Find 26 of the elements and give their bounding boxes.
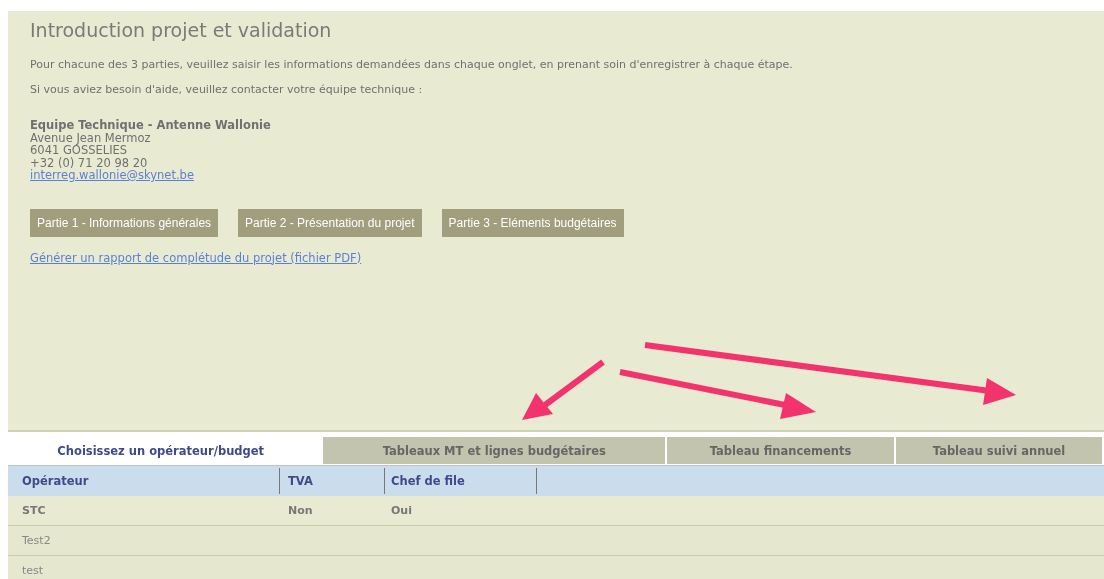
- table-cell-text: Non: [287, 504, 314, 517]
- contact-line: 6041 GOSSELIES: [30, 144, 128, 157]
- column-header: Opérateur: [8, 468, 280, 494]
- table-row[interactable]: test: [8, 556, 1104, 579]
- tab[interactable]: Tableau financements: [667, 437, 897, 465]
- email-link[interactable]: interreg.wallonie@skynet.be: [30, 169, 194, 182]
- table-cell-text: Test2: [21, 534, 52, 547]
- contact-line: Avenue Jean Mermoz: [30, 131, 151, 144]
- instruction-text: Pour chacune des 3 parties, veuillez saisir les informations demandées dans chaque onglet, en prenant soin d'enregistrer à chaque étape.: [30, 58, 794, 72]
- contact-name: Equipe Technique - Antenne Wallonie: [30, 119, 271, 132]
- column-header: TVA: [280, 468, 385, 494]
- instruction-text: Si vous aviez besoin d'aide, veuillez contacter votre équipe technique :: [30, 83, 424, 97]
- part-button[interactable]: Partie 2 - Présentation du projet: [238, 208, 422, 237]
- report-link[interactable]: Générer un rapport de complétude du projet (fichier PDF): [30, 250, 362, 265]
- contact-line: +32 (0) 71 20 98 20: [30, 156, 148, 169]
- table-cell-text: STC: [21, 504, 47, 517]
- table-row[interactable]: Test2: [8, 526, 1104, 556]
- tab[interactable]: Tableau suivi annuel: [896, 437, 1104, 465]
- column-header: Chef de file: [385, 468, 537, 494]
- tab[interactable]: Tableaux MT et lignes budgétaires: [323, 437, 668, 465]
- table-cell-text: test: [21, 564, 45, 577]
- page-title: Introduction projet et validation: [30, 18, 333, 41]
- part-button[interactable]: Partie 1 - Informations générales: [30, 208, 219, 237]
- table-row[interactable]: STC Non Oui: [8, 496, 1104, 526]
- table-cell-text: Oui: [390, 504, 413, 517]
- part-button[interactable]: Partie 3 - Eléments budgétaires: [441, 208, 624, 237]
